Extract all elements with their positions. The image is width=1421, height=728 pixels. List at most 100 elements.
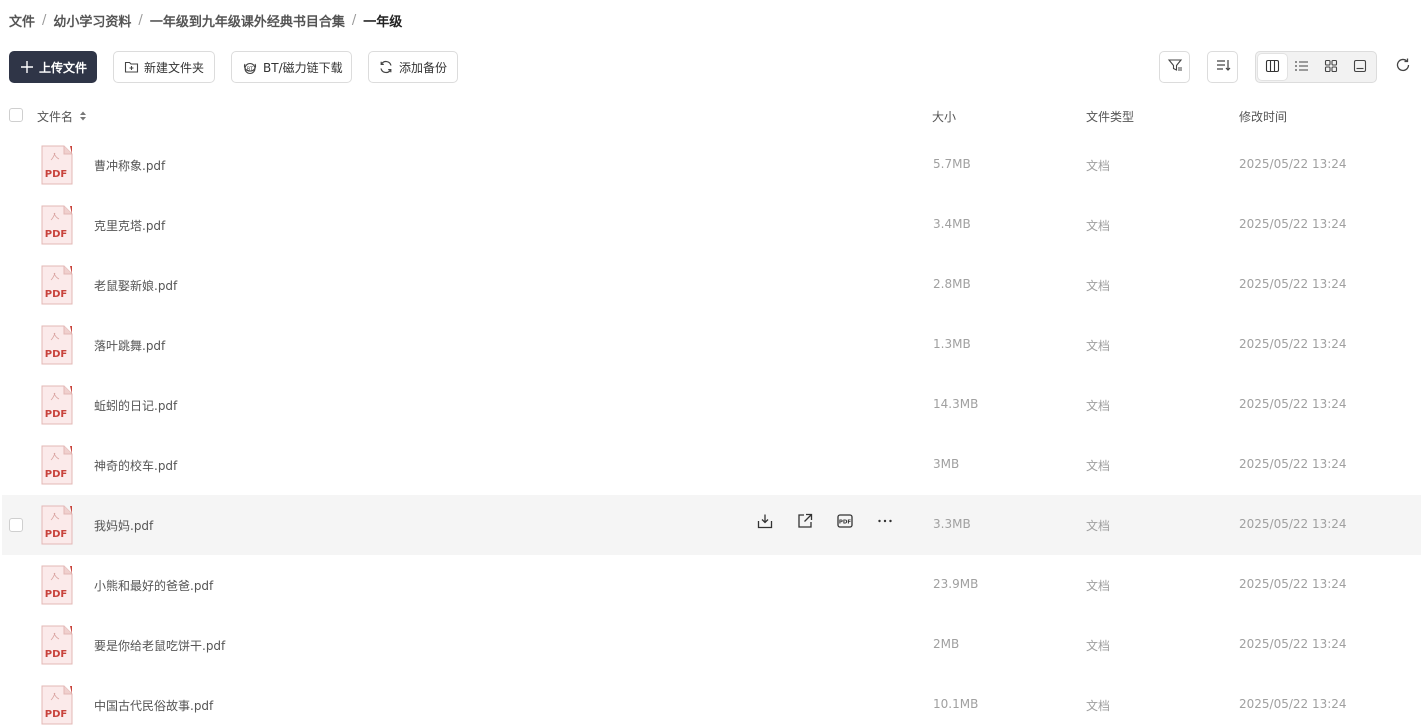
file-name[interactable]: 曹冲称象.pdf bbox=[94, 157, 165, 174]
bt-icon: BT bbox=[242, 59, 258, 75]
file-name[interactable]: 小熊和最好的爸爸.pdf bbox=[94, 577, 213, 594]
pdf-file-icon: PDF bbox=[41, 625, 73, 665]
file-row[interactable]: PDF 曹冲称象.pdf 5.7MB 文档 2025/05/22 13:24 bbox=[0, 135, 1421, 195]
file-size: 3.3MB bbox=[933, 517, 971, 531]
pdf-file-icon: PDF bbox=[41, 565, 73, 605]
file-size: 5.7MB bbox=[933, 157, 971, 171]
breadcrumb-item-learning[interactable]: 幼小学习资料 bbox=[53, 11, 131, 30]
upload-button[interactable]: 上传文件 bbox=[9, 51, 97, 83]
pdf-file-icon: PDF bbox=[41, 205, 73, 245]
file-row[interactable]: PDF 神奇的校车.pdf 3MB 文档 2025/05/22 13:24 bbox=[0, 435, 1421, 495]
more-button[interactable] bbox=[875, 513, 895, 533]
more-icon bbox=[876, 512, 894, 534]
file-size: 3MB bbox=[933, 457, 960, 471]
file-modified-time: 2025/05/22 13:24 bbox=[1239, 457, 1347, 471]
svg-text:PDF: PDF bbox=[45, 649, 67, 660]
svg-text:PDF: PDF bbox=[45, 409, 67, 420]
sort-toggle-icon[interactable] bbox=[79, 110, 87, 125]
file-type: 文档 bbox=[1086, 399, 1111, 413]
refresh-icon bbox=[1395, 57, 1411, 77]
breadcrumb-separator: / bbox=[42, 12, 47, 28]
file-type: 文档 bbox=[1086, 639, 1111, 653]
column-header-type[interactable]: 文件类型 bbox=[1086, 108, 1134, 125]
file-name[interactable]: 我妈妈.pdf bbox=[94, 517, 153, 534]
view-mode-switcher bbox=[1255, 51, 1377, 83]
svg-text:PDF: PDF bbox=[45, 229, 67, 240]
select-all-checkbox[interactable] bbox=[9, 108, 23, 122]
file-type: 文档 bbox=[1086, 159, 1111, 173]
add-backup-button[interactable]: 添加备份 bbox=[368, 51, 458, 83]
pdf-file-icon: PDF bbox=[41, 145, 73, 185]
file-name[interactable]: 克里克塔.pdf bbox=[94, 217, 165, 234]
grid-view-icon bbox=[1324, 58, 1338, 77]
file-size: 2.8MB bbox=[933, 277, 971, 291]
file-row[interactable]: PDF 落叶跳舞.pdf 1.3MB 文档 2025/05/22 13:24 bbox=[0, 315, 1421, 375]
file-name[interactable]: 中国古代民俗故事.pdf bbox=[94, 697, 213, 714]
breadcrumb-separator: / bbox=[351, 12, 357, 28]
pdf-file-icon: PDF bbox=[41, 265, 73, 305]
svg-text:PDF: PDF bbox=[839, 520, 852, 526]
file-type: 文档 bbox=[1086, 339, 1111, 353]
download-button[interactable] bbox=[755, 513, 775, 533]
bt-download-button[interactable]: BT BT/磁力链下载 bbox=[231, 51, 352, 83]
pdf-file-icon: PDF bbox=[41, 445, 73, 485]
breadcrumb-item-collection[interactable]: 一年级到九年级课外经典书目合集 bbox=[150, 11, 345, 30]
svg-text:BT: BT bbox=[247, 66, 254, 72]
view-preview-button[interactable] bbox=[1345, 54, 1374, 80]
breadcrumb-item-files[interactable]: 文件 bbox=[9, 11, 35, 30]
column-header-modified[interactable]: 修改时间 bbox=[1239, 108, 1287, 125]
column-name-label: 文件名 bbox=[37, 110, 74, 124]
view-grid-button[interactable] bbox=[1316, 54, 1345, 80]
file-row[interactable]: PDF 小熊和最好的爸爸.pdf 23.9MB 文档 2025/05/22 13… bbox=[0, 555, 1421, 615]
svg-text:PDF: PDF bbox=[45, 169, 67, 180]
preview-view-icon bbox=[1353, 58, 1367, 77]
filter-icon bbox=[1167, 57, 1183, 77]
svg-text:PDF: PDF bbox=[45, 289, 67, 300]
view-columns-button[interactable] bbox=[1258, 54, 1287, 80]
pdf-file-icon: PDF bbox=[41, 505, 73, 545]
pdf-convert-button[interactable]: PDF bbox=[835, 513, 855, 533]
file-size: 23.9MB bbox=[933, 577, 979, 591]
toolbar: 上传文件 新建文件夹 BT BT/磁力链下载 添加备份 bbox=[9, 51, 458, 83]
view-toolbar bbox=[1159, 51, 1421, 83]
file-name[interactable]: 落叶跳舞.pdf bbox=[94, 337, 165, 354]
pdf-file-icon: PDF bbox=[41, 325, 73, 365]
svg-text:PDF: PDF bbox=[45, 349, 67, 360]
file-name[interactable]: 要是你给老鼠吃饼干.pdf bbox=[94, 637, 225, 654]
filter-button[interactable] bbox=[1159, 51, 1190, 83]
new-folder-button[interactable]: 新建文件夹 bbox=[113, 51, 215, 83]
row-checkbox[interactable] bbox=[9, 518, 23, 532]
file-row[interactable]: PDF 老鼠娶新娘.pdf 2.8MB 文档 2025/05/22 13:24 bbox=[0, 255, 1421, 315]
refresh-button[interactable] bbox=[1391, 51, 1415, 83]
sync-icon bbox=[379, 59, 394, 75]
column-header-size[interactable]: 大小 bbox=[932, 108, 956, 125]
file-name[interactable]: 神奇的校车.pdf bbox=[94, 457, 177, 474]
column-header-name[interactable]: 文件名 bbox=[37, 108, 87, 125]
file-name[interactable]: 老鼠娶新娘.pdf bbox=[94, 277, 177, 294]
svg-text:PDF: PDF bbox=[45, 589, 67, 600]
file-type: 文档 bbox=[1086, 219, 1111, 233]
share-icon bbox=[796, 512, 814, 534]
sort-button[interactable] bbox=[1207, 51, 1238, 83]
file-type: 文档 bbox=[1086, 279, 1111, 293]
file-row[interactable]: PDF 蚯蚓的日记.pdf 14.3MB 文档 2025/05/22 13:24 bbox=[0, 375, 1421, 435]
file-row[interactable]: PDF 克里克塔.pdf 3.4MB 文档 2025/05/22 13:24 bbox=[0, 195, 1421, 255]
file-modified-time: 2025/05/22 13:24 bbox=[1239, 577, 1347, 591]
pdf-convert-icon: PDF bbox=[836, 512, 854, 534]
file-row[interactable]: PDF 我妈妈.pdf 3.3MB 文档 2025/05/22 13:24 PD… bbox=[2, 495, 1421, 555]
file-list: PDF 曹冲称象.pdf 5.7MB 文档 2025/05/22 13:24 P… bbox=[0, 135, 1421, 728]
file-name[interactable]: 蚯蚓的日记.pdf bbox=[94, 397, 177, 414]
file-modified-time: 2025/05/22 13:24 bbox=[1239, 397, 1347, 411]
file-row[interactable]: PDF 中国古代民俗故事.pdf 10.1MB 文档 2025/05/22 13… bbox=[0, 675, 1421, 728]
upload-button-label: 上传文件 bbox=[39, 60, 88, 75]
svg-text:PDF: PDF bbox=[45, 469, 67, 480]
view-list-button[interactable] bbox=[1287, 54, 1316, 80]
breadcrumb-item-current: 一年级 bbox=[363, 14, 403, 30]
sort-icon bbox=[1215, 57, 1231, 77]
columns-view-icon bbox=[1265, 58, 1280, 77]
share-button[interactable] bbox=[795, 513, 815, 533]
file-type: 文档 bbox=[1086, 459, 1111, 473]
file-row[interactable]: PDF 要是你给老鼠吃饼干.pdf 2MB 文档 2025/05/22 13:2… bbox=[0, 615, 1421, 675]
file-modified-time: 2025/05/22 13:24 bbox=[1239, 157, 1347, 171]
file-modified-time: 2025/05/22 13:24 bbox=[1239, 337, 1347, 351]
